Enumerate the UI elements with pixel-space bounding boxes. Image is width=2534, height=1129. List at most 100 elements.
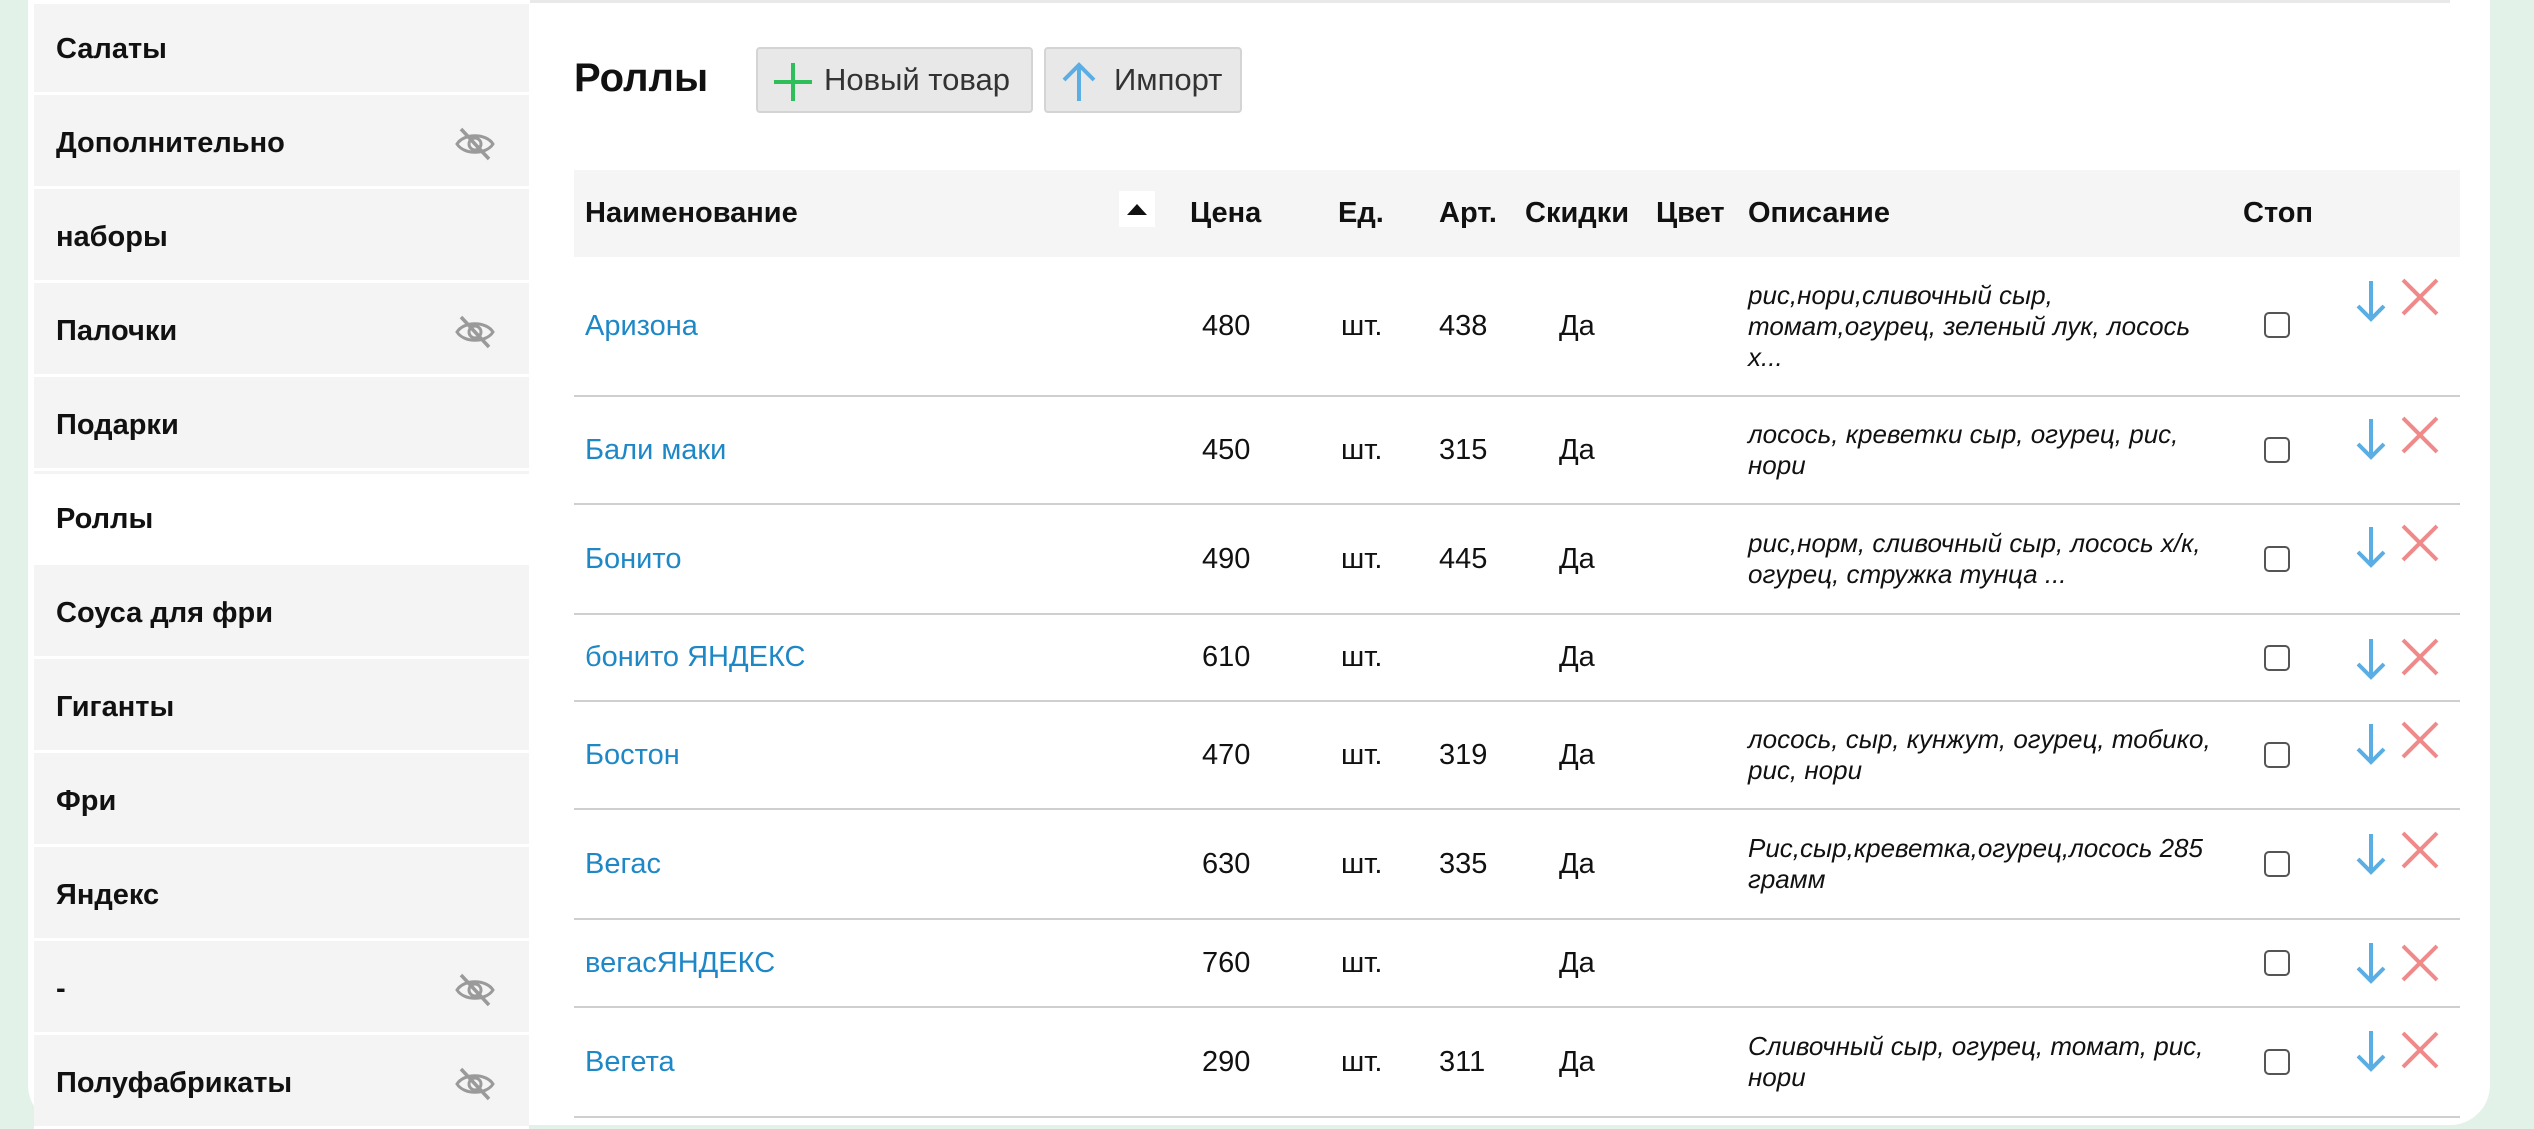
sidebar-item-fries[interactable]: Фри	[34, 756, 529, 847]
eye-slash-icon[interactable]	[454, 314, 496, 350]
column-header-sku[interactable]: Арт.	[1439, 170, 1497, 257]
stop-checkbox[interactable]	[2264, 437, 2290, 463]
delete-icon[interactable]	[2400, 415, 2440, 455]
move-down-icon[interactable]	[2354, 832, 2388, 876]
description-text: лосось, креветки сыр, огурец, рис, нори	[1748, 419, 2179, 480]
product-name-link[interactable]: Бонито	[585, 505, 681, 613]
sidebar-item-label: Гиганты	[56, 691, 175, 723]
sidebar-item-label: Соуса для фри	[56, 597, 274, 629]
price-cell: 450	[1202, 433, 1251, 466]
plus-icon	[774, 63, 812, 101]
eye-slash-icon[interactable]	[454, 972, 496, 1008]
sidebar-item-dash[interactable]: -	[34, 944, 529, 1035]
move-down-icon[interactable]	[2354, 941, 2388, 985]
sku-cell: 311	[1439, 1045, 1486, 1078]
description-cell	[1748, 920, 2218, 1006]
description-cell: лосось, сыр, кунжут, огурец, тобико, рис…	[1748, 702, 2218, 808]
column-header-description[interactable]: Описание	[1748, 170, 1890, 257]
product-name-link[interactable]: Аризона	[585, 257, 698, 395]
move-down-icon[interactable]	[2354, 722, 2388, 766]
product-name-link[interactable]: Вегета	[585, 1008, 675, 1116]
sidebar-item-giants[interactable]: Гиганты	[34, 662, 529, 753]
eye-slash-icon[interactable]	[454, 126, 496, 162]
sort-toggle[interactable]	[1119, 191, 1155, 227]
sku-cell: 315	[1439, 433, 1488, 466]
price-cell: 490	[1202, 542, 1251, 575]
eye-slash-icon[interactable]	[454, 1066, 496, 1102]
sort-ascending-icon	[1127, 204, 1147, 215]
product-name-link[interactable]: Бали маки	[585, 397, 726, 503]
move-down-icon[interactable]	[2354, 417, 2388, 461]
import-button[interactable]: Импорт	[1044, 47, 1242, 113]
description-text: рис,нори,сливочный сыр, томат,огурец, зе…	[1748, 279, 2191, 372]
stop-checkbox[interactable]	[2264, 546, 2290, 572]
unit-cell: шт.	[1341, 1045, 1383, 1078]
table-row: Бонито 490 шт. 445 Да рис,норм, сливочны…	[574, 505, 2460, 615]
column-header-unit[interactable]: Ед.	[1338, 170, 1384, 257]
delete-icon[interactable]	[2400, 830, 2440, 870]
move-down-icon[interactable]	[2354, 637, 2388, 681]
sidebar-item-label: Подарки	[56, 409, 179, 441]
sidebar-item-rolls[interactable]: Роллы	[34, 474, 529, 565]
discounts-cell: Да	[1559, 309, 1595, 342]
delete-icon[interactable]	[2400, 523, 2440, 563]
sidebar-item-label: Палочки	[56, 315, 178, 347]
description-cell: Сливочный сыр, огурец, томат, рис, нори	[1748, 1008, 2218, 1116]
stop-checkbox[interactable]	[2264, 851, 2290, 877]
column-header-discounts[interactable]: Скидки	[1525, 170, 1629, 257]
sidebar-item-sticks[interactable]: Палочки	[34, 286, 529, 377]
price-cell: 610	[1202, 641, 1251, 673]
unit-cell: шт.	[1341, 542, 1383, 575]
stop-checkbox[interactable]	[2264, 312, 2290, 338]
delete-icon[interactable]	[2400, 1030, 2440, 1070]
sidebar-item-label: Фри	[56, 785, 117, 817]
move-down-icon[interactable]	[2354, 525, 2388, 569]
sidebar-item-salads[interactable]: Салаты	[34, 4, 529, 95]
sidebar-item-fries-sauces[interactable]: Соуса для фри	[34, 568, 529, 659]
description-text: Рис,сыр,креветка,огурец,лосось 285 грамм	[1748, 833, 2203, 894]
discounts-cell: Да	[1559, 641, 1595, 673]
unit-cell: шт.	[1341, 309, 1383, 342]
column-header-color[interactable]: Цвет	[1656, 170, 1725, 257]
new-item-button[interactable]: Новый товар	[756, 47, 1033, 113]
delete-icon[interactable]	[2400, 720, 2440, 760]
move-down-icon[interactable]	[2354, 1029, 2388, 1073]
new-item-label: Новый товар	[824, 62, 1010, 97]
stop-checkbox[interactable]	[2264, 742, 2290, 768]
column-header-price[interactable]: Цена	[1190, 170, 1261, 257]
description-text: лосось, сыр, кунжут, огурец, тобико, рис…	[1748, 724, 2211, 785]
sidebar-item-label: Яндекс	[56, 879, 160, 911]
sidebar-item-yandex[interactable]: Яндекс	[34, 850, 529, 941]
product-name-link[interactable]: Бостон	[585, 702, 680, 808]
sku-cell: 319	[1439, 738, 1488, 771]
discounts-cell: Да	[1559, 433, 1595, 466]
move-down-icon[interactable]	[2354, 279, 2388, 323]
sidebar-item-semi-finished[interactable]: Полуфабрикаты	[34, 1038, 529, 1129]
top-divider	[530, 0, 2450, 3]
delete-icon[interactable]	[2400, 277, 2440, 317]
unit-cell: шт.	[1341, 847, 1383, 880]
description-cell	[1748, 615, 2218, 700]
discounts-cell: Да	[1559, 847, 1595, 880]
unit-cell: шт.	[1341, 738, 1383, 771]
stop-checkbox[interactable]	[2264, 645, 2290, 671]
category-sidebar: Салаты Дополнительно наборы Палочки Пода…	[34, 4, 529, 1129]
price-cell: 760	[1202, 946, 1251, 979]
product-name-link[interactable]: бонито ЯНДЕКС	[585, 615, 805, 700]
product-name-link[interactable]: Вегас	[585, 810, 661, 918]
delete-icon[interactable]	[2400, 637, 2440, 677]
stop-checkbox[interactable]	[2264, 1049, 2290, 1075]
column-header-name[interactable]: Наименование	[585, 170, 798, 257]
sidebar-item-label: -	[56, 973, 66, 1005]
stop-checkbox[interactable]	[2264, 950, 2290, 976]
column-header-stop[interactable]: Стоп	[2243, 170, 2313, 257]
sidebar-item-sets[interactable]: наборы	[34, 192, 529, 283]
sidebar-item-additional[interactable]: Дополнительно	[34, 98, 529, 189]
sidebar-item-gifts[interactable]: Подарки	[34, 380, 529, 471]
sku-cell: 335	[1439, 847, 1488, 880]
sidebar-item-label: наборы	[56, 221, 168, 253]
delete-icon[interactable]	[2400, 943, 2440, 983]
unit-cell: шт.	[1341, 641, 1383, 673]
product-name-link[interactable]: вегасЯНДЕКС	[585, 920, 775, 1006]
description-cell: лосось, креветки сыр, огурец, рис, нори	[1748, 397, 2218, 503]
